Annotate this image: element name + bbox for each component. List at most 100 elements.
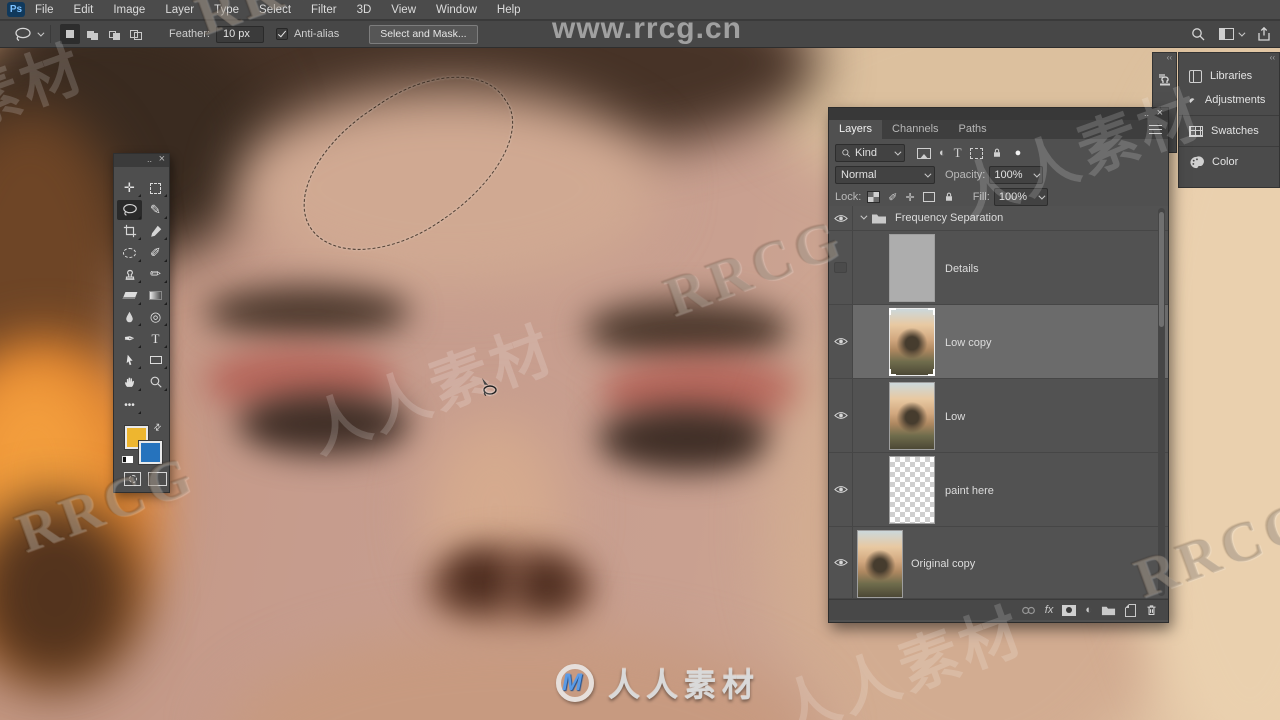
eraser-tool[interactable] bbox=[117, 286, 142, 306]
gradient-tool[interactable] bbox=[143, 286, 168, 306]
search-icon[interactable] bbox=[1190, 26, 1206, 42]
layer-thumbnail[interactable] bbox=[889, 382, 935, 450]
layer-row-details[interactable]: Details bbox=[829, 231, 1168, 305]
layer-thumbnail[interactable] bbox=[889, 456, 935, 524]
path-select-tool[interactable] bbox=[117, 350, 142, 370]
lock-all-button[interactable] bbox=[943, 191, 955, 203]
background-color-swatch[interactable] bbox=[139, 441, 162, 464]
menu-type[interactable]: Type bbox=[204, 0, 249, 20]
visibility-cell[interactable] bbox=[829, 379, 853, 452]
visibility-cell[interactable] bbox=[829, 453, 853, 526]
panel-button-swatches[interactable]: Swatches bbox=[1179, 119, 1279, 143]
feather-input[interactable]: 10 px bbox=[215, 25, 264, 43]
collapse-arrows[interactable]: ‹‹ bbox=[1179, 53, 1279, 64]
layer-style-button[interactable]: fx bbox=[1045, 604, 1054, 616]
marquee-tool[interactable] bbox=[143, 178, 168, 198]
filter-adjustment-layers-button[interactable]: ◐ bbox=[939, 147, 946, 159]
filter-toggle-button[interactable]: ● bbox=[1015, 147, 1022, 159]
dodge-tool[interactable]: ◎ bbox=[143, 307, 168, 327]
menu-layer[interactable]: Layer bbox=[155, 0, 204, 20]
visibility-cell[interactable] bbox=[829, 305, 853, 378]
menu-help[interactable]: Help bbox=[487, 0, 531, 20]
filter-pixel-layers-button[interactable] bbox=[917, 147, 931, 159]
group-name[interactable]: Frequency Separation bbox=[895, 212, 1003, 224]
history-panel-button[interactable] bbox=[1153, 72, 1176, 88]
collapse-button[interactable]: .. bbox=[1144, 108, 1149, 118]
layer-thumbnail[interactable] bbox=[857, 530, 903, 598]
menu-filter[interactable]: Filter bbox=[301, 0, 347, 20]
tools-panel-titlebar[interactable]: .. × bbox=[114, 154, 169, 167]
tab-layers[interactable]: Layers bbox=[829, 120, 883, 139]
collapse-arrows[interactable]: ‹‹ bbox=[1153, 53, 1176, 64]
tab-paths[interactable]: Paths bbox=[949, 120, 997, 139]
link-layers-icon[interactable] bbox=[1021, 605, 1036, 616]
fill-input[interactable]: 100% bbox=[993, 188, 1048, 206]
menu-edit[interactable]: Edit bbox=[64, 0, 104, 20]
lasso-tool[interactable] bbox=[117, 199, 142, 220]
add-adjustment-button[interactable]: ◐ bbox=[1085, 604, 1092, 616]
layer-group-row[interactable]: Frequency Separation bbox=[829, 206, 1168, 231]
tab-channels[interactable]: Channels bbox=[882, 120, 948, 139]
kind-filter-select[interactable]: Kind bbox=[835, 144, 905, 162]
collapse-button[interactable]: .. bbox=[147, 154, 152, 164]
close-icon[interactable]: × bbox=[159, 153, 165, 165]
lock-pixels-button[interactable]: ✐ bbox=[888, 191, 897, 204]
quick-selection-tool[interactable]: ✎ bbox=[143, 200, 168, 220]
add-to-selection-button[interactable] bbox=[82, 24, 102, 44]
group-expand-icon[interactable] bbox=[860, 212, 868, 220]
pen-tool[interactable]: ✒ bbox=[117, 329, 142, 349]
default-colors-icon[interactable] bbox=[122, 450, 133, 468]
brush-tool[interactable]: ✐ bbox=[143, 243, 168, 263]
panel-button-libraries[interactable]: Libraries bbox=[1179, 64, 1279, 88]
swap-colors-icon[interactable]: ⇄ bbox=[151, 421, 164, 434]
photoshop-logo[interactable]: Ps bbox=[7, 2, 25, 17]
lock-artboard-button[interactable] bbox=[922, 192, 935, 202]
menu-image[interactable]: Image bbox=[103, 0, 155, 20]
workspace-switcher[interactable] bbox=[1219, 28, 1246, 40]
quick-mask-button[interactable] bbox=[124, 472, 141, 486]
healing-brush-tool[interactable] bbox=[117, 243, 142, 263]
menu-file[interactable]: File bbox=[25, 0, 64, 20]
scrollbar-thumb[interactable] bbox=[1159, 212, 1164, 327]
visibility-cell[interactable] bbox=[829, 527, 853, 598]
layer-thumbnail[interactable] bbox=[889, 308, 935, 376]
close-icon[interactable]: × bbox=[1157, 107, 1163, 119]
subtract-from-selection-button[interactable] bbox=[104, 24, 124, 44]
panel-button-color[interactable]: Color bbox=[1179, 150, 1279, 174]
layers-panel-titlebar[interactable]: .. × bbox=[829, 108, 1168, 120]
filter-type-layers-button[interactable]: T bbox=[954, 145, 962, 161]
layer-name[interactable]: Original copy bbox=[911, 558, 975, 570]
new-layer-button[interactable] bbox=[1125, 603, 1136, 617]
visibility-cell[interactable] bbox=[829, 231, 853, 304]
add-mask-button[interactable] bbox=[1062, 604, 1077, 616]
select-and-mask-button[interactable]: Select and Mask... bbox=[369, 24, 478, 44]
zoom-tool[interactable] bbox=[143, 372, 168, 392]
more-tools-button[interactable]: ••• bbox=[117, 395, 142, 415]
menu-view[interactable]: View bbox=[381, 0, 426, 20]
layer-name[interactable]: paint here bbox=[945, 485, 994, 497]
delete-layer-button[interactable] bbox=[1145, 603, 1158, 617]
type-tool[interactable]: T bbox=[143, 329, 168, 349]
layer-name[interactable]: Low copy bbox=[945, 337, 991, 349]
layers-scrollbar[interactable] bbox=[1158, 208, 1165, 596]
panel-menu-icon[interactable] bbox=[1149, 125, 1162, 134]
layer-row-paint-here[interactable]: paint here bbox=[829, 453, 1168, 527]
blend-mode-select[interactable]: Normal bbox=[835, 166, 935, 184]
lock-position-button[interactable]: ✛ bbox=[906, 191, 915, 204]
intersect-selection-button[interactable] bbox=[126, 24, 146, 44]
filter-shape-layers-button[interactable] bbox=[969, 147, 983, 159]
share-icon[interactable] bbox=[1256, 26, 1272, 42]
menu-select[interactable]: Select bbox=[249, 0, 301, 20]
layer-row-original-copy[interactable]: Original copy bbox=[829, 527, 1168, 599]
layer-thumbnail[interactable] bbox=[889, 234, 935, 302]
clone-stamp-tool[interactable] bbox=[117, 264, 142, 284]
shape-tool[interactable] bbox=[143, 350, 168, 370]
eyedropper-tool[interactable] bbox=[143, 221, 168, 241]
new-selection-button[interactable] bbox=[60, 24, 80, 44]
layer-row-low-copy[interactable]: Low copy bbox=[829, 305, 1168, 379]
crop-tool[interactable] bbox=[117, 221, 142, 241]
move-tool[interactable]: ✛ bbox=[117, 178, 142, 198]
visibility-cell[interactable] bbox=[829, 206, 853, 230]
layer-name[interactable]: Details bbox=[945, 263, 979, 275]
antialias-checkbox[interactable] bbox=[275, 28, 288, 40]
